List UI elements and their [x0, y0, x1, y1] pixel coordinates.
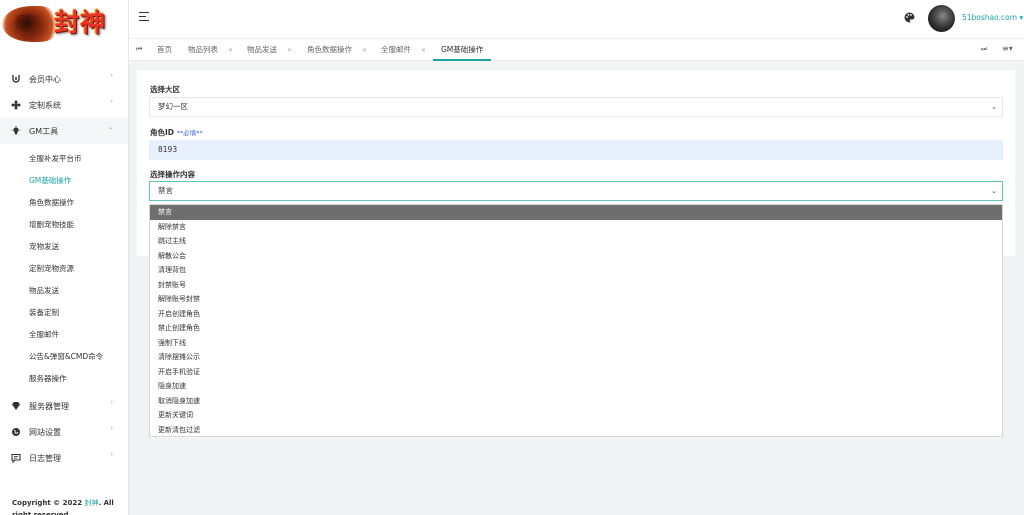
- region-label: 选择大区: [150, 85, 180, 94]
- logo[interactable]: 封神: [0, 0, 129, 58]
- region-select[interactable]: 梦幻一区 ⌄: [149, 97, 1003, 117]
- dropdown-option[interactable]: 开启手机验证: [150, 365, 1002, 380]
- dropdown-option[interactable]: 更新关键词: [150, 408, 1002, 423]
- dropdown-option[interactable]: 隐身加速: [150, 379, 1002, 394]
- dropdown-option[interactable]: 更新清包过滤: [150, 423, 1002, 438]
- comment-icon: [11, 453, 21, 463]
- role-id-input[interactable]: 8193: [149, 140, 1003, 160]
- username-dropdown[interactable]: 51boshao.com ▾: [962, 13, 1023, 22]
- sidebar-subitem[interactable]: 宠物发送: [0, 235, 128, 257]
- logo-emblem-core: [12, 14, 42, 32]
- footer-copyright: Copyright © 2022 封神. All right reserved: [12, 499, 114, 515]
- top-header: 51boshao.com ▾: [129, 0, 1024, 38]
- tab-scroll-right-icon[interactable]: ⏭: [981, 45, 987, 54]
- chevron-right-icon: ›: [110, 399, 113, 406]
- tab-home[interactable]: 首页: [157, 39, 172, 61]
- sidebar-subitem[interactable]: 公告&弹窗&CMD命令: [0, 345, 128, 367]
- close-icon[interactable]: ✕: [421, 47, 426, 54]
- dropdown-option[interactable]: 解除账号封禁: [150, 292, 1002, 307]
- sidebar-menu: 会员中心 › 定制系统 › GM工具 ⌄ 全服补发平台币 GM基础操作 角色数据…: [0, 66, 128, 471]
- user-icon: [11, 74, 21, 84]
- avatar[interactable]: [928, 5, 955, 32]
- close-icon[interactable]: ✕: [362, 47, 367, 54]
- chevron-right-icon: ›: [110, 72, 113, 79]
- palette-icon[interactable]: [904, 12, 915, 23]
- dropdown-option[interactable]: 禁止创建角色: [150, 321, 1002, 336]
- tab-server-mail[interactable]: 全服邮件 ✕: [381, 39, 426, 61]
- logo-text: 封神: [54, 8, 107, 37]
- sidebar-item-custom[interactable]: 定制系统 ›: [0, 92, 128, 118]
- sidebar-subitem[interactable]: 增删宠物技能: [0, 213, 128, 235]
- chevron-right-icon: ›: [110, 425, 113, 432]
- dropdown-option[interactable]: 解散公会: [150, 249, 1002, 264]
- operation-label: 选择操作内容: [150, 170, 195, 179]
- dropdown-option[interactable]: 清除摆摊公示: [150, 350, 1002, 365]
- sidebar-subitem[interactable]: 定制宠物资源: [0, 257, 128, 279]
- sidebar-subitem[interactable]: 全服邮件: [0, 323, 128, 345]
- dropdown-option[interactable]: 跳过主线: [150, 234, 1002, 249]
- required-hint: **必填**: [176, 129, 203, 137]
- close-icon[interactable]: ✕: [228, 47, 233, 54]
- dropdown-option[interactable]: 清理背包: [150, 263, 1002, 278]
- sidebar: 封神 会员中心 › 定制系统 › GM工具 ⌄ 全服补发平台币 GM基础操作 角…: [0, 0, 129, 515]
- close-icon[interactable]: ✕: [287, 47, 292, 54]
- chevron-down-icon: ⌄: [107, 124, 113, 131]
- sidebar-submenu: 全服补发平台币 GM基础操作 角色数据操作 增删宠物技能 宠物发送 定制宠物资源…: [0, 144, 128, 389]
- dropdown-option[interactable]: 强制下线: [150, 336, 1002, 351]
- puzzle-icon: [11, 100, 21, 110]
- dropdown-option[interactable]: 取消隐身加速: [150, 394, 1002, 409]
- sidebar-item-member[interactable]: 会员中心 ›: [0, 66, 128, 92]
- tab-role-data[interactable]: 角色数据操作 ✕: [307, 39, 367, 61]
- sidebar-subitem[interactable]: 服务器操作: [0, 367, 128, 389]
- sidebar-subitem[interactable]: 物品发送: [0, 279, 128, 301]
- dropdown-option[interactable]: 开启创建角色: [150, 307, 1002, 322]
- role-id-label: 角色ID **必填**: [150, 128, 203, 137]
- dropdown-option[interactable]: 封禁账号: [150, 278, 1002, 293]
- sidebar-subitem[interactable]: 装备定制: [0, 301, 128, 323]
- tab-item-list[interactable]: 物品列表 ✕: [188, 39, 233, 61]
- dropdown-option-selected[interactable]: 禁言: [150, 205, 1002, 220]
- sidebar-item-gm-tools[interactable]: GM工具 ⌄: [0, 118, 128, 144]
- footer-brand-link[interactable]: 封神: [85, 499, 99, 507]
- chevron-down-icon: ⌄: [991, 187, 997, 195]
- tab-item-send[interactable]: 物品发送 ✕: [247, 39, 292, 61]
- operation-select[interactable]: 禁言 ⌄: [149, 181, 1003, 201]
- caret-down-icon: ▾: [1017, 13, 1024, 22]
- diamond-icon: [11, 401, 21, 411]
- dropdown-option[interactable]: 解除禁言: [150, 220, 1002, 235]
- globe-icon: [11, 427, 21, 437]
- menu-toggle-icon[interactable]: [139, 12, 149, 22]
- tab-bar: ⏮ 首页 物品列表 ✕ 物品发送 ✕ 角色数据操作 ✕ 全服邮件 ✕ GM基础操作 ⏭ …: [129, 38, 1024, 61]
- operation-dropdown-list: 禁言 解除禁言 跳过主线 解散公会 清理背包 封禁账号 解除账号封禁 开启创建角…: [149, 204, 1003, 437]
- sidebar-subitem[interactable]: 全服补发平台币: [0, 147, 128, 169]
- sidebar-subitem-active[interactable]: GM基础操作: [0, 169, 128, 191]
- bulb-icon: [11, 126, 21, 136]
- chevron-right-icon: ›: [110, 98, 113, 105]
- chevron-right-icon: ›: [110, 451, 113, 458]
- chevron-down-icon: ⌄: [991, 103, 997, 111]
- sidebar-item-site-settings[interactable]: 网站设置 ›: [0, 419, 128, 445]
- sidebar-item-server[interactable]: 服务器管理 ›: [0, 393, 128, 419]
- tab-options-icon[interactable]: ≡▾: [1002, 44, 1013, 53]
- tab-scroll-left-icon[interactable]: ⏮: [136, 45, 142, 54]
- sidebar-subitem[interactable]: 角色数据操作: [0, 191, 128, 213]
- sidebar-item-logs[interactable]: 日志管理 ›: [0, 445, 128, 471]
- tab-gm-basic[interactable]: GM基础操作: [433, 39, 492, 61]
